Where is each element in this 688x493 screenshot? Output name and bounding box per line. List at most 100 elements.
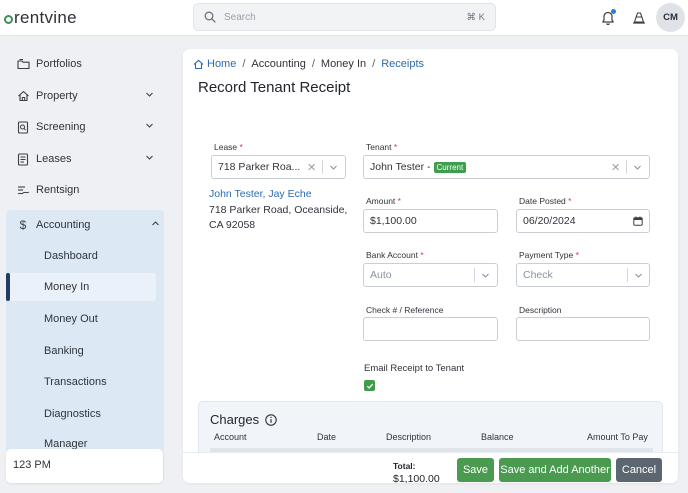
chevron-down-icon[interactable] (634, 271, 643, 280)
save-and-add-button[interactable]: Save and Add Another (499, 458, 611, 482)
check-reference-label: Check # / Reference (366, 305, 444, 315)
column-header-amount-to-pay: Amount To Pay (587, 432, 648, 442)
chevron-down-icon[interactable] (329, 163, 338, 172)
sidebar-subitem-label: Money In (44, 281, 90, 293)
email-receipt-checkbox[interactable] (364, 380, 375, 391)
lease-value: 718 Parker Roa... (218, 161, 301, 173)
active-indicator (6, 273, 10, 301)
sidebar-subitem-dashboard[interactable]: Dashboard (44, 250, 98, 262)
sidebar-subitem-money-in[interactable]: Money In (6, 273, 156, 301)
breadcrumb-money-in[interactable]: Money In (321, 58, 366, 70)
logo-text: rentvine (14, 8, 77, 27)
breadcrumb: Home / Accounting / Money In / Receipts (193, 58, 424, 70)
house-icon (16, 89, 30, 103)
sidebar-item-label: Property (36, 90, 78, 102)
main-card: Home / Accounting / Money In / Receipts … (183, 49, 678, 483)
form-footer: Total: $1,100.00 Save Save and Add Anoth… (183, 452, 678, 483)
status-badge: Current (433, 161, 467, 173)
notifications-button[interactable] (598, 8, 618, 28)
calendar-icon[interactable] (633, 216, 643, 226)
chevron-down-icon[interactable] (481, 271, 490, 280)
page-title: Record Tenant Receipt (198, 79, 351, 96)
clear-icon[interactable]: ✕ (307, 161, 316, 174)
check-reference-input[interactable] (363, 317, 498, 341)
sidebar-item-portfolios[interactable]: Portfolios (16, 53, 162, 75)
email-receipt-label: Email Receipt to Tenant (364, 363, 465, 374)
chevron-down-icon (146, 123, 153, 128)
tenant-value: John Tester - (370, 161, 431, 173)
sidebar-subitem-banking[interactable]: Banking (44, 345, 84, 357)
bank-account-select[interactable]: Auto (363, 263, 498, 287)
chevron-up-icon (152, 221, 159, 226)
notification-dot (611, 9, 616, 14)
sidebar-subitem-diagnostics[interactable]: Diagnostics (44, 408, 101, 420)
date-posted-input[interactable]: 06/20/2024 (516, 209, 650, 233)
bank-account-label: Bank Account * (366, 250, 424, 260)
sidebar-item-screening[interactable]: Screening (16, 116, 162, 138)
description-label: Description (519, 305, 562, 315)
date-posted-label: Date Posted * (519, 196, 572, 206)
breadcrumb-separator: / (311, 58, 315, 70)
select-divider (322, 160, 323, 174)
folders-icon (16, 57, 30, 71)
sidebar-subitem-money-out[interactable]: Money Out (44, 313, 98, 325)
sidebar-item-property[interactable]: Property (16, 85, 162, 107)
logo[interactable]: rentvine (4, 8, 77, 28)
status-button[interactable] (629, 8, 649, 28)
payment-type-select[interactable]: Check (516, 263, 650, 287)
avatar[interactable]: CM (656, 3, 685, 32)
select-divider (626, 160, 627, 174)
company-switcher[interactable]: 123 PM (6, 449, 163, 483)
lease-label: Lease * (214, 142, 243, 152)
search-icon (204, 11, 216, 23)
sidebar-item-accounting[interactable]: $ Accounting (16, 214, 162, 236)
sidebar-item-label: Screening (36, 121, 86, 133)
lease-select[interactable]: 718 Parker Roa... ✕ (211, 155, 346, 179)
sidebar-item-label: Leases (36, 153, 72, 165)
chevron-down-icon[interactable] (633, 163, 642, 172)
sidebar-item-leases[interactable]: Leases (16, 148, 162, 170)
amount-label: Amount * (366, 196, 401, 206)
sidebar-item-label: Accounting (36, 219, 91, 231)
select-divider (627, 268, 628, 282)
sidebar-item-rentsign[interactable]: Rentsign (16, 179, 162, 201)
info-icon[interactable] (265, 413, 277, 426)
top-bar: rentvine ⌘ K CM (0, 0, 688, 36)
screening-icon (16, 120, 30, 134)
sidebar-item-label: Rentsign (36, 184, 80, 196)
tenant-names-link[interactable]: John Tester, Jay Eche (209, 188, 312, 200)
chevron-down-icon (146, 92, 153, 97)
lease-icon (16, 152, 30, 166)
select-divider (474, 268, 475, 282)
amount-input[interactable]: $1,100.00 (363, 209, 498, 233)
sidebar-subitem-transactions[interactable]: Transactions (44, 376, 107, 388)
breadcrumb-home[interactable]: Home (207, 58, 236, 70)
tenant-label: Tenant * (366, 142, 398, 152)
cancel-button[interactable]: Cancel (616, 458, 662, 482)
search-shortcut: ⌘ K (466, 11, 485, 23)
column-header-description: Description (386, 432, 432, 442)
description-input[interactable] (516, 317, 650, 341)
charges-title: Charges (210, 412, 277, 427)
home-icon (193, 59, 204, 69)
save-button[interactable]: Save (457, 458, 494, 482)
breadcrumb-receipts[interactable]: Receipts (381, 58, 424, 70)
search-bar[interactable]: ⌘ K (193, 3, 496, 31)
sidebar: Portfolios Property Screening Leases Ren… (0, 36, 170, 493)
property-address: 718 Parker Road, Oceanside, CA 92058 (209, 204, 348, 231)
total-label: Total: (393, 461, 416, 471)
payment-type-label: Payment Type * (519, 250, 579, 260)
breadcrumb-accounting[interactable]: Accounting (251, 58, 305, 70)
total-value: $1,100.00 (393, 473, 440, 483)
breadcrumb-separator: / (242, 58, 246, 70)
search-input[interactable] (224, 11, 467, 23)
signature-icon (16, 183, 30, 197)
clear-icon[interactable]: ✕ (611, 161, 620, 174)
column-header-account: Account (214, 432, 247, 442)
column-header-balance: Balance (481, 432, 514, 442)
dollar-icon: $ (19, 218, 27, 232)
accounting-panel: $ Accounting Dashboard Money Out Banking… (6, 210, 164, 480)
tenant-select[interactable]: John Tester - Current ✕ (363, 155, 650, 179)
chevron-down-icon (146, 155, 153, 160)
column-header-date: Date (317, 432, 337, 442)
